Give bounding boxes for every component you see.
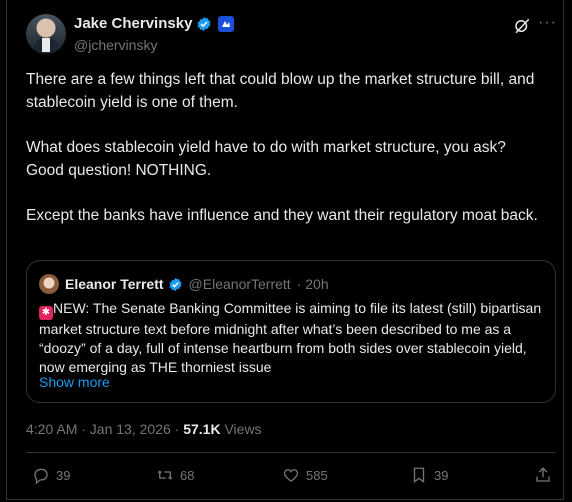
bookmark-icon [413,467,425,484]
quote-author-avatar[interactable] [39,274,59,294]
reply-icon [34,468,48,484]
quote-header: Eleanor Terrett @EleanorTerrett · 20h [65,276,329,292]
quote-text: NEW: The Senate Banking Committee is aim… [39,300,542,375]
share-button[interactable] [534,466,552,484]
reply-count: 39 [56,467,71,483]
action-bar: 39 68 585 39 [0,466,572,490]
bookmark-count: 39 [434,467,449,483]
like-icon [283,469,299,482]
post-meta: 4:20 AM · Jan 13, 2026 · 57.1K Views [26,421,262,437]
repost-icon [157,470,173,480]
post-timestamp[interactable]: 4:20 AM · Jan 13, 2026 · [26,421,183,437]
quote-time: · 20h [296,276,329,292]
post-paragraph: What does stablecoin yield have to do wi… [26,139,506,179]
author-name[interactable]: Jake Chervinsky [74,15,192,32]
quote-author-name: Eleanor Terrett [65,276,164,292]
bookmark-button[interactable]: 39 [410,466,448,484]
author-avatar[interactable] [26,14,66,54]
repost-count: 68 [180,467,195,483]
more-icon[interactable]: ··· [538,14,557,32]
post-paragraph: There are a few things left that could b… [26,71,535,111]
post-text: There are a few things left that could b… [26,68,546,249]
views-label: Views [220,421,262,437]
affiliate-badge-icon[interactable] [218,15,235,32]
repost-button[interactable]: 68 [156,466,194,484]
verified-badge-icon [168,277,182,291]
author-name-row: Jake Chervinsky [74,15,235,32]
quote-text-block: ✱ NEW: The Senate Banking Committee is ai… [39,299,544,377]
grok-icon[interactable] [513,17,531,35]
show-more-link[interactable]: Show more [39,374,110,390]
like-count: 585 [306,467,328,483]
reply-button[interactable]: 39 [32,466,70,484]
divider [26,452,556,453]
like-button[interactable]: 585 [282,466,328,484]
post-paragraph: Except the banks have influence and they… [26,207,538,224]
views-count: 57.1K [183,421,221,437]
share-icon [536,467,550,482]
quoted-post[interactable]: Eleanor Terrett @EleanorTerrett · 20h ✱ N… [26,260,556,403]
verified-badge-icon[interactable] [196,16,212,32]
author-handle[interactable]: @jchervinsky [74,37,157,53]
quote-author-handle: @EleanorTerrett [188,276,291,292]
siren-icon: ✱ [39,306,53,320]
